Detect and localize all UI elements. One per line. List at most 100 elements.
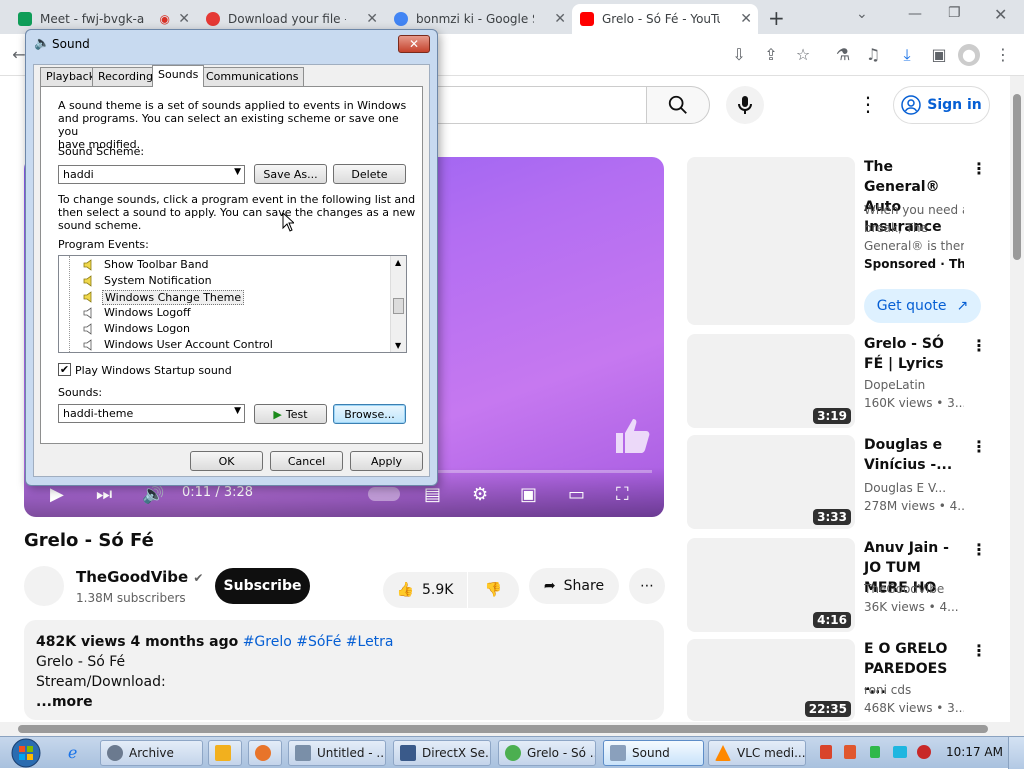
tray-network-icon[interactable] [893,746,907,758]
more-options-icon[interactable]: ⋮ [971,540,987,559]
side-panel-icon[interactable]: ▣ [928,44,950,66]
scrollbar-thumb[interactable] [1013,94,1021,260]
recommendation-ad[interactable]: The General® Auto Insurance When you nee… [687,157,997,327]
taskbar-item-archive[interactable]: Archive [100,740,203,766]
taskbar-item-app[interactable] [248,740,282,766]
video-thumbnail[interactable]: 3:19 [687,334,855,428]
event-item[interactable]: Windows Logoff [59,305,389,321]
recommendation-item[interactable]: 4:16 Anuv Jain - JO TUM MERE HO TheGoodV… [687,538,997,632]
ad-thumbnail[interactable] [687,157,855,325]
event-item-selected[interactable]: Windows Change Theme [59,289,389,305]
video-thumbnail[interactable]: 3:33 [687,435,855,529]
show-desktop-button[interactable] [1008,737,1024,769]
channel-name[interactable]: roni cds [864,683,964,697]
scroll-up-icon[interactable]: ▲ [395,258,401,267]
media-control-icon[interactable]: ♫ [862,44,884,66]
new-tab-button[interactable]: + [768,6,785,30]
close-tab-icon[interactable]: ✕ [554,11,566,27]
recommendation-item[interactable]: 22:35 E O GRELO PAREDOES -... roni cds 4… [687,639,997,721]
tray-app-icon[interactable] [820,745,832,759]
sign-in-button[interactable]: Sign in [893,86,990,124]
program-events-list[interactable]: Show Toolbar Band System Notification Wi… [58,255,407,353]
search-button[interactable] [646,86,710,124]
apply-button[interactable]: Apply [350,451,423,471]
event-item[interactable]: System Notification [59,273,389,289]
more-options-icon[interactable]: ⋮ [971,641,987,660]
tab-sounds[interactable]: Sounds [152,65,205,87]
browser-tab-youtube[interactable]: Grelo - Só Fé - YouTu ✕ [572,4,758,34]
fullscreen-icon[interactable]: ⛶ [616,484,629,505]
sound-scheme-dropdown[interactable]: haddi ▼ [58,165,245,184]
tray-app-icon[interactable] [844,745,856,759]
channel-name[interactable]: TheGoodVibe [864,582,964,596]
hashtags[interactable]: #Grelo #SóFé #Letra [243,634,394,650]
event-item[interactable]: Windows Logon [59,321,389,337]
tab-search-icon[interactable]: ⌄ [856,6,868,22]
close-tab-icon[interactable]: ✕ [178,11,190,27]
close-window-button[interactable]: ✕ [994,5,1007,24]
close-tab-icon[interactable]: ✕ [740,11,752,27]
scrollbar-thumb[interactable] [393,298,404,314]
ie-browser-icon[interactable]: ℯ [68,743,77,762]
event-item[interactable]: Windows User Account Control [59,337,389,352]
taskbar-item-directx[interactable]: DirectX Se... [393,740,491,766]
show-more-link[interactable]: ...more [36,692,652,712]
more-options-icon[interactable]: ⋮ [971,437,987,456]
voice-search-button[interactable] [726,86,764,124]
close-dialog-button[interactable]: ✕ [398,35,430,53]
more-options-icon[interactable]: ⋮ [971,336,987,355]
get-quote-button[interactable]: Get quote ↗ [864,289,981,323]
vertical-scrollbar[interactable] [1010,76,1024,736]
cancel-button[interactable]: Cancel [270,451,343,471]
events-scrollbar[interactable]: ▲ ▼ [390,256,406,352]
tab-communications[interactable]: Communications [200,67,305,86]
startup-sound-checkbox[interactable]: ✔ [58,363,71,376]
test-button[interactable]: ▶ Test [254,404,327,424]
event-item[interactable]: Show Toolbar Band [59,257,389,273]
settings-gear-icon[interactable]: ⚙ [472,484,488,505]
tray-security-icon[interactable] [917,745,931,759]
taskbar-item-vlc[interactable]: VLC medi... [708,740,806,766]
description-box[interactable]: 482K views 4 months ago #Grelo #SóFé #Le… [24,620,664,720]
channel-avatar[interactable] [24,566,64,606]
extension-flask-icon[interactable]: ⚗ [832,44,854,66]
recommendation-item[interactable]: 3:19 Grelo - SÓ FÉ | Lyrics DopeLatin 16… [687,334,997,428]
settings-menu-icon[interactable]: ⋮ [858,92,878,116]
sounds-dropdown[interactable]: haddi-theme ▼ [58,404,245,423]
video-thumbnail[interactable]: 4:16 [687,538,855,632]
taskbar-item-media[interactable] [208,740,242,766]
share-icon[interactable]: ⇪ [760,44,782,66]
volume-icon[interactable]: 🔊 [142,484,164,505]
browse-button[interactable]: Browse... [333,404,406,424]
dislike-button[interactable]: 👎 [468,572,519,608]
subscribe-button[interactable]: Subscribe [215,568,310,604]
save-as-button[interactable]: Save As... [254,164,327,184]
channel-name[interactable]: Douglas E V... [864,481,964,495]
scrollbar-thumb[interactable] [18,725,988,733]
bookmark-star-icon[interactable]: ☆ [792,44,814,66]
next-icon[interactable]: ⏭ [96,484,112,505]
ok-button[interactable]: OK [190,451,263,471]
minimize-window-button[interactable]: — [908,6,922,22]
share-button[interactable]: ➦ Share [529,568,619,604]
restore-window-button[interactable]: ❐ [948,5,961,21]
browser-menu-icon[interactable]: ⋮ [992,44,1014,66]
taskbar-item-sound[interactable]: Sound [603,740,704,766]
tab-recording[interactable]: Recording [92,67,160,86]
downloads-icon[interactable]: ⤓ [896,44,918,66]
start-button[interactable] [6,737,46,769]
video-thumbnail[interactable]: 22:35 [687,639,855,721]
search-input[interactable] [430,86,646,124]
play-icon[interactable]: ▶ [50,484,64,505]
miniplayer-icon[interactable]: ▣ [520,484,537,505]
channel-name[interactable]: DopeLatin [864,378,964,392]
profile-avatar-icon[interactable]: ● [958,44,980,66]
taskbar-item-untitled[interactable]: Untitled - ... [288,740,386,766]
autoplay-toggle[interactable] [368,487,400,501]
install-app-icon[interactable]: ⇩ [728,44,750,66]
more-actions-button[interactable]: ⋯ [629,568,665,604]
tray-battery-icon[interactable] [870,746,880,758]
channel-name[interactable]: TheGoodVibe ✔ [76,568,203,586]
more-options-icon[interactable]: ⋮ [971,159,987,178]
recommendation-item[interactable]: 3:33 Douglas e Vinícius -... Douglas E V… [687,435,997,529]
